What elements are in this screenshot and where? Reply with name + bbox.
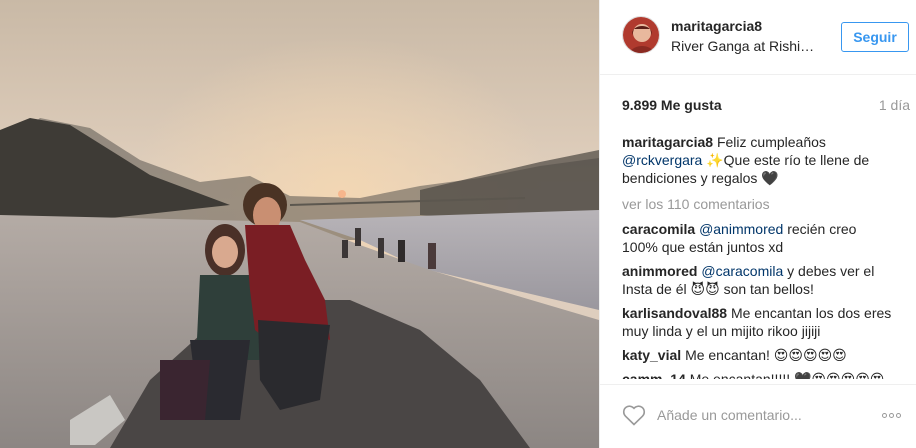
comment-item: camm_14 Me encantan!!!!! 🖤😍😍😍😍😍 <box>622 370 894 379</box>
caption-text-start: Feliz cumpleaños <box>716 134 826 150</box>
post-time[interactable]: 1 día <box>879 97 910 113</box>
comment-text: Me encantan! 😍😍😍😍😍 <box>685 347 847 363</box>
likes-count[interactable]: 9.899 Me gusta <box>622 97 722 113</box>
comment-mention[interactable]: @caracomila <box>701 263 783 279</box>
follow-button[interactable]: Seguir <box>841 22 909 52</box>
caption-mention[interactable]: @rckvergara <box>622 152 702 168</box>
comment-username[interactable]: camm_14 <box>622 371 686 379</box>
comment-item: animmored @caracomila y debes ver el Ins… <box>622 262 894 298</box>
heart-outline-icon[interactable] <box>622 404 646 426</box>
comment-item: caracomila @animmored recién creo 100% q… <box>622 220 894 256</box>
comment-bar <box>600 384 916 448</box>
likes-row: 9.899 Me gusta 1 día <box>622 97 910 115</box>
comment-username[interactable]: karlisandoval88 <box>622 305 727 321</box>
comment-text: Me encantan!!!!! 🖤😍😍😍😍😍 <box>689 371 885 379</box>
post-photo[interactable] <box>0 0 599 448</box>
post-header: maritagarcia8 River Ganga at Rishikesh S… <box>600 0 916 75</box>
more-options-icon[interactable] <box>882 406 910 422</box>
post-details-panel: maritagarcia8 River Ganga at Rishikesh S… <box>599 0 916 448</box>
comment-username[interactable]: katy_vial <box>622 347 681 363</box>
comment-mention[interactable]: @animmored <box>699 221 783 237</box>
caption: maritagarcia8 Feliz cumpleaños @rckverga… <box>622 133 894 187</box>
post-photo-image <box>0 0 599 448</box>
caption-username[interactable]: maritagarcia8 <box>622 134 713 150</box>
add-comment-input[interactable] <box>657 403 867 427</box>
comment-item: katy_vial Me encantan! 😍😍😍😍😍 <box>622 346 894 364</box>
avatar[interactable] <box>622 16 660 54</box>
comment-item: karlisandoval88 Me encantan los dos eres… <box>622 304 894 340</box>
post-location[interactable]: River Ganga at Rishikesh <box>671 38 821 54</box>
author-username[interactable]: maritagarcia8 <box>671 18 762 34</box>
comments-list: maritagarcia8 Feliz cumpleaños @rckverga… <box>622 133 894 379</box>
avatar-image <box>623 17 659 53</box>
comment-username[interactable]: caracomila <box>622 221 695 237</box>
instagram-post: maritagarcia8 River Ganga at Rishikesh S… <box>0 0 916 448</box>
comment-username[interactable]: animmored <box>622 263 697 279</box>
view-all-comments-link[interactable]: ver los 110 comentarios <box>622 195 894 213</box>
